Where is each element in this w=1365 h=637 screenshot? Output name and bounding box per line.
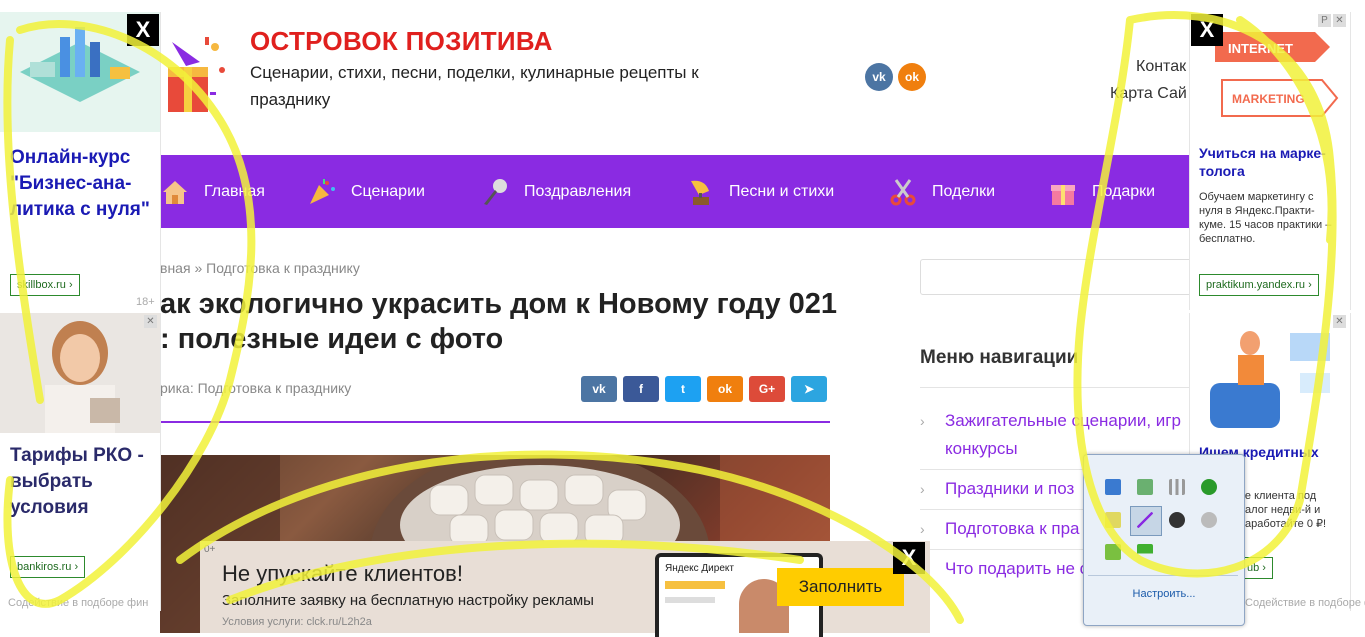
share-facebook-button[interactable]: f xyxy=(623,376,659,402)
search-input[interactable] xyxy=(920,259,1202,295)
breadcrumb-current[interactable]: Подготовка к празднику xyxy=(206,260,360,276)
divider xyxy=(920,387,1210,388)
sitemap-link[interactable]: Карта Сай xyxy=(1110,85,1187,103)
nav-item-songs[interactable]: Песни и стихи xyxy=(685,155,834,228)
ad-close-button[interactable]: X xyxy=(1191,14,1223,46)
ad-device-field xyxy=(665,597,715,603)
nav-label: Поздравления xyxy=(524,182,632,200)
ad-body-text: Обучаем маркетингу с нуля в Яндекс.Практ… xyxy=(1199,191,1332,245)
ball-icon[interactable] xyxy=(1169,512,1185,528)
notes-icon[interactable] xyxy=(1105,512,1121,528)
vk-icon[interactable]: vk xyxy=(865,63,893,91)
ad-disclaimer: Содействие в подборе фин xyxy=(8,597,149,609)
breadcrumb: вная » Подготовка к празднику xyxy=(160,260,360,276)
ad-headline[interactable]: Учиться на марке-толога xyxy=(1199,144,1339,180)
share-vk-button[interactable]: vk xyxy=(581,376,617,402)
odnoklassniki-icon[interactable]: ok xyxy=(898,63,926,91)
rubric-divider xyxy=(160,421,830,423)
chevron-right-icon: › xyxy=(920,413,925,429)
puzzle-icon[interactable] xyxy=(1201,512,1217,528)
ad-image xyxy=(0,313,160,433)
ad-left-top[interactable]: X Онлайн-курс "Бизнес-ана-литика с нуля"… xyxy=(0,12,161,310)
nav-label: Главная xyxy=(204,182,265,200)
site-title[interactable]: ОСТРОВОК ПОЗИТИВА xyxy=(250,26,553,57)
nav-item-crafts[interactable]: Поделки xyxy=(888,155,995,228)
nav-item-scenarios[interactable]: Сценарии xyxy=(307,155,425,228)
ad-link-button[interactable]: bankiros.ru › xyxy=(10,556,86,578)
ad-left-bottom[interactable]: ✕ Тарифы РКО - выбрать условия bankiros.… xyxy=(0,313,161,611)
ad-close-button[interactable]: X xyxy=(127,14,159,46)
article-rubric[interactable]: рика: Подготовка к празднику xyxy=(160,380,351,396)
nav-label: Сценарии xyxy=(351,182,425,200)
nav-item-home[interactable]: Главная xyxy=(160,155,265,228)
nav-label: Песни и стихи xyxy=(729,182,835,200)
scissors-icon xyxy=(890,178,916,205)
fill-form-button[interactable]: Заполнить xyxy=(777,568,904,606)
share-twitter-button[interactable]: t xyxy=(665,376,701,402)
ad-headline[interactable]: Онлайн-курс "Бизнес-ана-литика с нуля" xyxy=(10,145,150,223)
site-logo[interactable] xyxy=(160,22,235,122)
ad-close-button[interactable]: ✕ xyxy=(144,315,157,328)
share-gplus-button[interactable]: G+ xyxy=(749,376,785,402)
share-ok-button[interactable]: ok xyxy=(707,376,743,402)
gramophone-icon xyxy=(691,180,709,205)
safely-remove-icon[interactable] xyxy=(1137,479,1153,495)
download-arrow-icon[interactable] xyxy=(1137,544,1153,560)
sidebar-menu-title: Меню навигации xyxy=(920,347,1079,368)
ad-bottom-banner[interactable]: 0+ Не упускайте клиентов! Заполните заяв… xyxy=(200,541,930,637)
ad-headline[interactable]: Тарифы РКО - выбрать условия xyxy=(10,443,155,521)
tray-divider xyxy=(1088,575,1238,576)
ad-info-icon[interactable]: P xyxy=(1318,14,1331,27)
wifi-icon[interactable] xyxy=(1201,479,1217,495)
ad-close-button[interactable]: ✕ xyxy=(1333,315,1346,328)
nav-label: Подарки xyxy=(1092,182,1156,200)
nav-item-greetings[interactable]: Поздравления xyxy=(480,155,631,228)
leaf-icon[interactable] xyxy=(1105,544,1121,560)
ad-close-button-small[interactable]: ✕ xyxy=(1333,14,1346,27)
ad-device-label: Яндекс Директ xyxy=(665,563,734,574)
home-icon xyxy=(163,180,187,204)
chevron-right-icon: › xyxy=(920,481,925,497)
ad-image-caption: MARKETING xyxy=(1232,92,1305,106)
party-popper-icon xyxy=(310,178,335,204)
gift-icon xyxy=(1051,184,1075,205)
system-tray-overflow: Настроить... xyxy=(1083,454,1245,626)
ad-image-caption: INTERNET xyxy=(1228,41,1293,56)
contacts-link[interactable]: Контак xyxy=(1136,58,1186,76)
ad-link-button[interactable]: praktikum.yandex.ru › xyxy=(1199,274,1319,296)
ad-headline[interactable]: Не упускайте клиентов! xyxy=(222,561,463,587)
ad-subline: Заполните заявку на бесплатную настройку… xyxy=(222,592,594,609)
ad-image xyxy=(1190,313,1350,438)
network-card-icon[interactable] xyxy=(1105,479,1121,495)
ad-age-label: 18+ xyxy=(136,296,155,308)
tray-customize-link[interactable]: Настроить... xyxy=(1084,588,1244,600)
ad-fine-print: Условия услуги: clck.ru/L2h2a xyxy=(222,616,372,628)
nav-label: Поделки xyxy=(932,182,996,200)
site-tagline: Сценарии, стихи, песни, поделки, кулинар… xyxy=(250,63,699,109)
ad-close-button[interactable]: X xyxy=(893,542,925,574)
ad-disclaimer: Содействие в подборе фина xyxy=(1245,597,1365,609)
ad-device-field xyxy=(665,581,725,589)
ad-right-top[interactable]: INTERNET MARKETING X P ✕ Учиться на марк… xyxy=(1189,12,1351,310)
signal-bars-icon[interactable] xyxy=(1169,479,1185,495)
breadcrumb-separator: » xyxy=(194,260,203,276)
chevron-right-icon: › xyxy=(920,521,925,537)
ad-link-button[interactable]: skillbox.ru › xyxy=(10,274,80,296)
ad-age-label: 0+ xyxy=(204,544,216,555)
pen-icon[interactable] xyxy=(1137,512,1153,528)
nav-item-gifts[interactable]: Подарки xyxy=(1048,155,1155,228)
share-telegram-button[interactable]: ➤ xyxy=(791,376,827,402)
microphone-icon xyxy=(484,178,507,205)
article-title: ак экологично украсить дом к Новому году… xyxy=(160,288,838,355)
breadcrumb-home[interactable]: вная xyxy=(160,260,191,276)
ad-body-text: те клиента под залог недви-й и заработай… xyxy=(1240,490,1327,530)
main-nav: Главная Сценарии Поздравления Песни и ст… xyxy=(160,155,1190,228)
